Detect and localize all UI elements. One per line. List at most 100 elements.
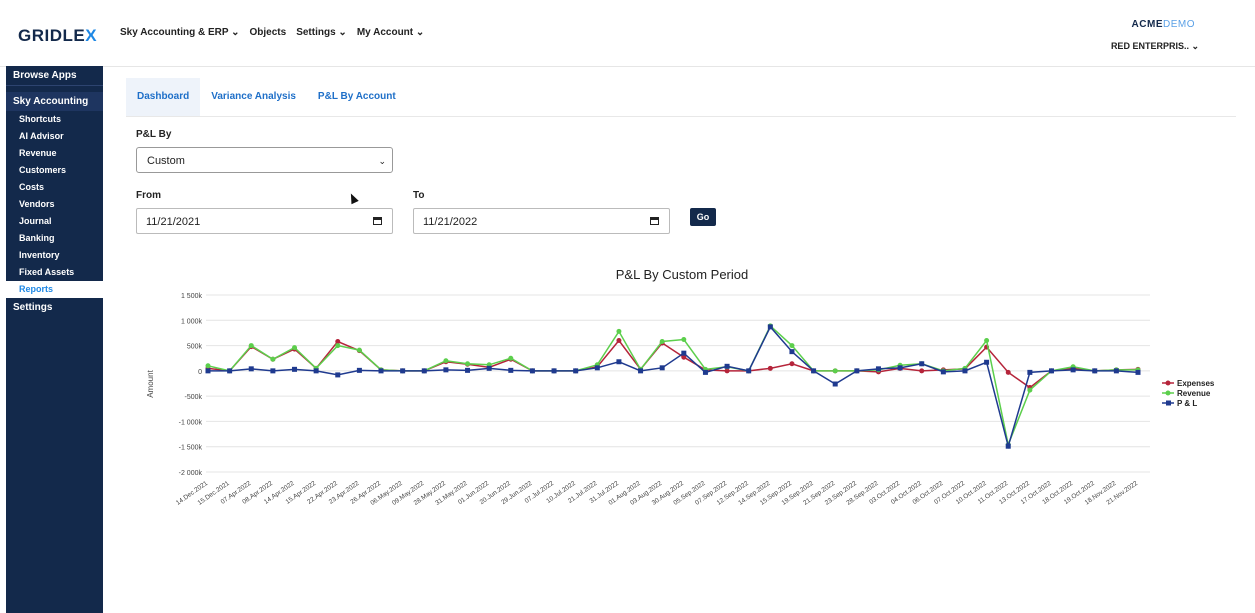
data-point[interactable] (573, 368, 579, 374)
data-point[interactable] (443, 359, 449, 365)
data-point[interactable] (940, 369, 946, 375)
data-point[interactable] (1048, 368, 1054, 374)
data-point[interactable] (616, 338, 622, 344)
sidebar-item-fixed-assets[interactable]: Fixed Assets (6, 264, 103, 281)
data-point[interactable] (1005, 442, 1011, 448)
data-point[interactable] (811, 368, 817, 374)
data-point[interactable] (1135, 369, 1141, 375)
data-point[interactable] (486, 362, 492, 368)
data-point[interactable] (205, 365, 211, 371)
data-point[interactable] (529, 368, 535, 374)
data-point[interactable] (1092, 368, 1098, 374)
data-point[interactable] (811, 368, 817, 374)
nav-my-account[interactable]: My Account ⌄ (357, 27, 424, 38)
sidebar-item-inventory[interactable]: Inventory (6, 247, 103, 264)
data-point[interactable] (378, 367, 384, 373)
data-point[interactable] (1070, 367, 1076, 373)
data-point[interactable] (919, 361, 925, 367)
data-point[interactable] (551, 368, 557, 374)
data-point[interactable] (248, 366, 254, 372)
app-logo[interactable]: GRIDLEX (18, 26, 97, 46)
data-point[interactable] (681, 354, 687, 360)
data-point[interactable] (789, 343, 795, 349)
data-point[interactable] (789, 349, 795, 355)
data-point[interactable] (919, 368, 925, 374)
sidebar-item-shortcuts[interactable]: Shortcuts (6, 111, 103, 128)
data-point[interactable] (292, 346, 298, 352)
data-point[interactable] (465, 361, 471, 367)
data-point[interactable] (335, 339, 341, 345)
data-point[interactable] (508, 356, 514, 362)
sidebar-item-banking[interactable]: Banking (6, 230, 103, 247)
data-point[interactable] (832, 368, 838, 374)
data-point[interactable] (767, 324, 773, 330)
data-point[interactable] (616, 328, 622, 334)
data-point[interactable] (724, 363, 730, 369)
data-point[interactable] (400, 368, 406, 374)
data-point[interactable] (421, 368, 427, 374)
data-point[interactable] (746, 368, 752, 374)
data-point[interactable] (205, 368, 211, 374)
tab-dashboard[interactable]: Dashboard (126, 78, 201, 116)
data-point[interactable] (270, 368, 276, 374)
data-point[interactable] (313, 365, 319, 371)
data-point[interactable] (811, 368, 817, 374)
data-point[interactable] (724, 368, 730, 374)
data-point[interactable] (897, 365, 903, 371)
tab-pl-by-account[interactable]: P&L By Account (307, 78, 407, 116)
data-point[interactable] (638, 368, 644, 374)
data-point[interactable] (313, 365, 319, 371)
data-point[interactable] (227, 368, 233, 374)
data-point[interactable] (1092, 368, 1098, 374)
data-point[interactable] (897, 365, 903, 371)
data-point[interactable] (897, 362, 903, 368)
data-point[interactable] (248, 344, 254, 350)
data-point[interactable] (1113, 367, 1119, 373)
data-point[interactable] (854, 368, 860, 374)
data-point[interactable] (594, 364, 600, 370)
data-point[interactable] (270, 356, 276, 362)
data-point[interactable] (1070, 365, 1076, 371)
sidebar-item-reports[interactable]: Reports (6, 281, 103, 298)
data-point[interactable] (767, 365, 773, 371)
nav-settings[interactable]: Settings ⌄ (296, 27, 347, 38)
go-button[interactable]: Go (690, 208, 716, 226)
data-point[interactable] (594, 362, 600, 368)
data-point[interactable] (421, 368, 427, 374)
data-point[interactable] (443, 358, 449, 364)
to-date-input[interactable]: 11/21/2022 (413, 208, 670, 234)
data-point[interactable] (984, 338, 990, 344)
data-point[interactable] (984, 359, 990, 365)
data-point[interactable] (702, 366, 708, 372)
data-point[interactable] (1005, 443, 1011, 449)
data-point[interactable] (594, 365, 600, 371)
data-point[interactable] (1027, 385, 1033, 391)
calendar-icon[interactable] (373, 217, 382, 225)
data-point[interactable] (681, 350, 687, 356)
data-point[interactable] (832, 368, 838, 374)
legend-label[interactable]: P & L (1177, 399, 1197, 408)
nav-objects[interactable]: Objects (250, 27, 287, 38)
data-point[interactable] (616, 359, 622, 365)
data-point[interactable] (292, 366, 298, 372)
data-point[interactable] (746, 368, 752, 374)
data-point[interactable] (1048, 368, 1054, 374)
sidebar-item-journal[interactable]: Journal (6, 213, 103, 230)
data-point[interactable] (443, 367, 449, 373)
data-point[interactable] (854, 368, 860, 374)
sidebar-item-costs[interactable]: Costs (6, 179, 103, 196)
data-point[interactable] (724, 364, 730, 370)
nav-sky-accounting[interactable]: Sky Accounting & ERP ⌄ (120, 27, 240, 38)
data-point[interactable] (335, 372, 341, 378)
data-point[interactable] (1005, 369, 1011, 375)
data-point[interactable] (1113, 367, 1119, 373)
data-point[interactable] (356, 367, 362, 373)
data-point[interactable] (205, 363, 211, 369)
data-point[interactable] (659, 365, 665, 371)
data-point[interactable] (1135, 366, 1141, 372)
data-point[interactable] (508, 367, 514, 373)
data-point[interactable] (1027, 387, 1033, 393)
data-point[interactable] (962, 365, 968, 371)
data-point[interactable] (746, 368, 752, 374)
data-point[interactable] (875, 367, 881, 373)
